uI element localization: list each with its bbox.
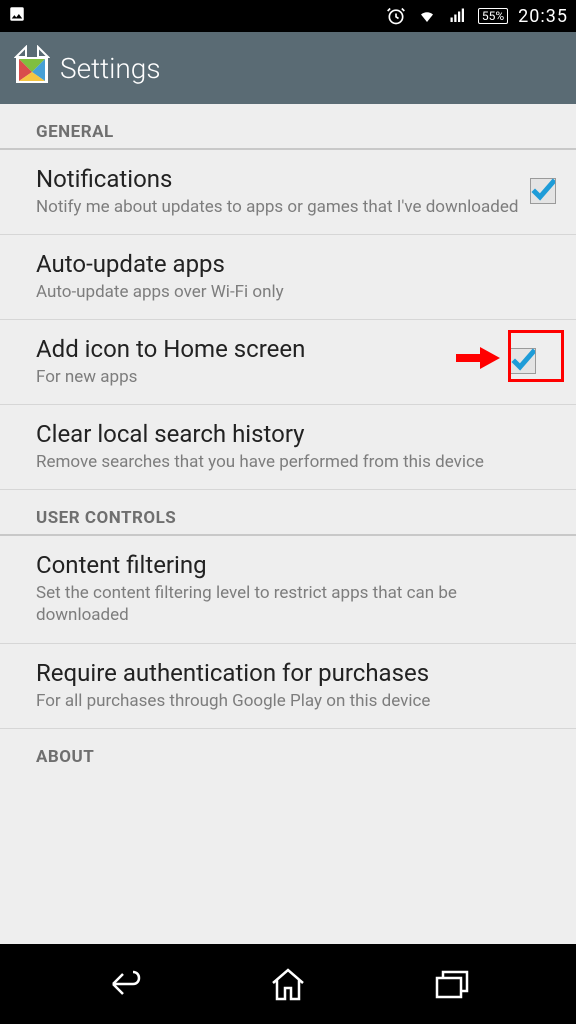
notifications-sub: Notify me about updates to apps or games… [36,196,520,218]
notification-image-icon [8,5,26,27]
play-store-icon[interactable] [14,45,50,91]
add-icon-title: Add icon to Home screen [36,334,500,364]
auto-update-sub: Auto-update apps over Wi-Fi only [36,281,546,303]
content-filtering-sub: Set the content filtering level to restr… [36,582,546,626]
section-general: GENERAL [0,104,576,150]
home-button[interactable] [256,960,320,1008]
row-auto-update[interactable]: Auto-update apps Auto-update apps over W… [0,235,576,320]
clear-search-title: Clear local search history [36,419,546,449]
require-auth-sub: For all purchases through Google Play on… [36,690,546,712]
page-title: Settings [60,52,161,85]
add-icon-checkbox[interactable] [510,348,536,374]
add-icon-sub: For new apps [36,366,500,388]
row-add-icon[interactable]: Add icon to Home screen For new apps [0,320,576,405]
notifications-checkbox[interactable] [530,178,556,204]
recent-apps-button[interactable] [421,960,485,1008]
signal-icon [448,7,468,25]
notifications-title: Notifications [36,164,520,194]
wifi-icon [416,7,438,25]
clear-search-sub: Remove searches that you have performed … [36,451,546,473]
section-about: ABOUT [0,729,576,773]
back-button[interactable] [91,960,155,1008]
auto-update-title: Auto-update apps [36,249,546,279]
clock: 20:35 [518,6,568,27]
app-title-bar: Settings [0,32,576,104]
battery-percent: 55% [482,9,504,23]
section-user-controls: USER CONTROLS [0,490,576,536]
status-bar: 55% 20:35 [0,0,576,32]
row-notifications[interactable]: Notifications Notify me about updates to… [0,150,576,235]
battery-indicator: 55% [478,8,508,24]
settings-content: GENERAL Notifications Notify me about up… [0,104,576,944]
require-auth-title: Require authentication for purchases [36,658,546,688]
row-content-filtering[interactable]: Content filtering Set the content filter… [0,536,576,643]
navigation-bar [0,944,576,1024]
alarm-icon [386,6,406,26]
content-filtering-title: Content filtering [36,550,546,580]
row-clear-search[interactable]: Clear local search history Remove search… [0,405,576,490]
row-require-auth[interactable]: Require authentication for purchases For… [0,644,576,729]
